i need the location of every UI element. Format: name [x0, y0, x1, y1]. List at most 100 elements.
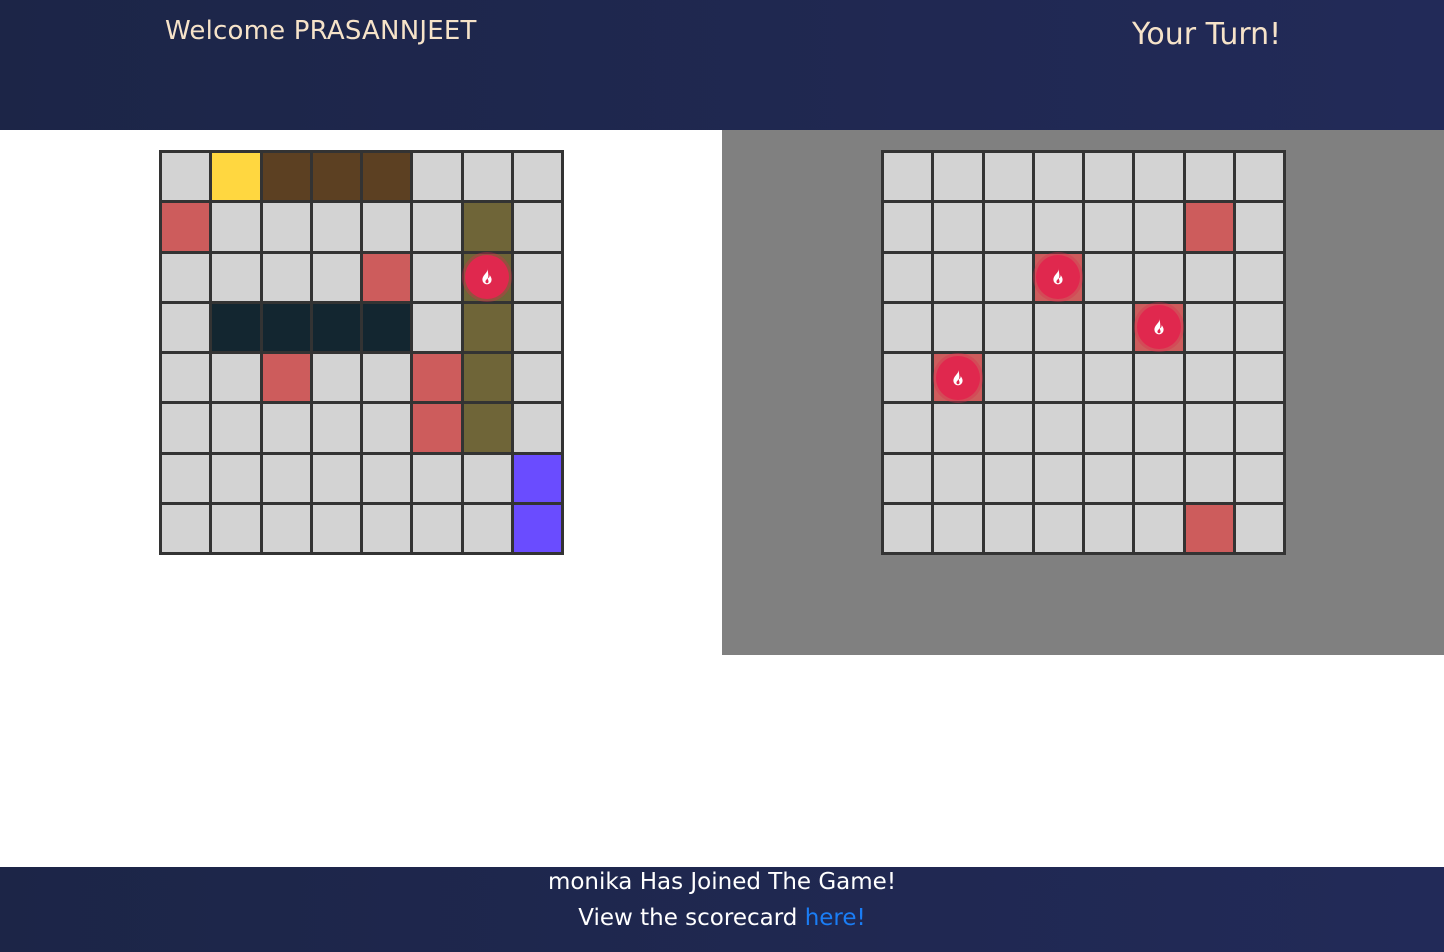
enemy-board-cell-r1-c2[interactable] — [934, 153, 982, 201]
enemy-board-cell-r5-c1[interactable] — [884, 354, 932, 402]
player-board-cell-r7-c1 — [162, 454, 210, 502]
player-board-cell-r1-c1 — [162, 153, 210, 201]
enemy-board-cell-r6-c4[interactable] — [1034, 404, 1082, 452]
fire-icon — [1036, 255, 1081, 300]
player-board-cell-r7-c2 — [212, 454, 260, 502]
scorecard-link[interactable]: here! — [805, 905, 866, 931]
enemy-board-cell-r2-c6[interactable] — [1135, 203, 1183, 251]
player-board-cell-r4-c7 — [463, 303, 511, 351]
player-board-cell-r7-c7 — [463, 454, 511, 502]
enemy-board-cell-r6-c2[interactable] — [934, 404, 982, 452]
enemy-board-cell-r5-c6[interactable] — [1135, 354, 1183, 402]
enemy-board-cell-r8-c6[interactable] — [1135, 504, 1183, 552]
enemy-board-cell-r1-c5[interactable] — [1085, 153, 1133, 201]
player-board — [159, 150, 564, 555]
player-board-cell-r7-c8 — [513, 454, 561, 502]
enemy-board-cell-r7-c2[interactable] — [934, 454, 982, 502]
player-board-cell-r1-c6 — [413, 153, 461, 201]
player-board-cell-r3-c1 — [162, 253, 210, 301]
player-board-cell-r2-c5 — [363, 203, 411, 251]
enemy-board-cell-r1-c8[interactable] — [1235, 153, 1283, 201]
player-board-cell-r6-c2 — [212, 404, 260, 452]
enemy-board-cell-r4-c1[interactable] — [884, 303, 932, 351]
enemy-board-cell-r4-c6[interactable] — [1135, 303, 1183, 351]
enemy-board-cell-r1-c7[interactable] — [1185, 153, 1233, 201]
enemy-board-cell-r7-c6[interactable] — [1135, 454, 1183, 502]
enemy-board-cell-r8-c2[interactable] — [934, 504, 982, 552]
enemy-board-cell-r3-c6[interactable] — [1135, 253, 1183, 301]
enemy-board-cell-r4-c2[interactable] — [934, 303, 982, 351]
enemy-board-cell-r8-c1[interactable] — [884, 504, 932, 552]
enemy-board-cell-r2-c1[interactable] — [884, 203, 932, 251]
enemy-board-cell-r1-c4[interactable] — [1034, 153, 1082, 201]
player-board-cell-r1-c2 — [212, 153, 260, 201]
enemy-board-cell-r1-c1[interactable] — [884, 153, 932, 201]
enemy-board-cell-r3-c2[interactable] — [934, 253, 982, 301]
enemy-board-cell-r5-c2[interactable] — [934, 354, 982, 402]
player-board-cell-r4-c4 — [312, 303, 360, 351]
player-board-cell-r5-c6 — [413, 354, 461, 402]
enemy-board-cell-r5-c5[interactable] — [1085, 354, 1133, 402]
enemy-board-cell-r3-c1[interactable] — [884, 253, 932, 301]
enemy-board-cell-r5-c8[interactable] — [1235, 354, 1283, 402]
enemy-board-cell-r4-c7[interactable] — [1185, 303, 1233, 351]
enemy-board-cell-r8-c5[interactable] — [1085, 504, 1133, 552]
player-board-cell-r8-c5 — [363, 504, 411, 552]
enemy-board-cell-r7-c8[interactable] — [1235, 454, 1283, 502]
join-message: monika Has Joined The Game! — [547, 869, 897, 895]
enemy-board-cell-r2-c2[interactable] — [934, 203, 982, 251]
enemy-board-cell-r3-c3[interactable] — [984, 253, 1032, 301]
enemy-board-cell-r7-c3[interactable] — [984, 454, 1032, 502]
enemy-board-cell-r8-c4[interactable] — [1034, 504, 1082, 552]
player-board-cell-r3-c6 — [413, 253, 461, 301]
player-board-cell-r8-c1 — [162, 504, 210, 552]
player-board-cell-r8-c4 — [312, 504, 360, 552]
player-board-cell-r2-c1 — [162, 203, 210, 251]
enemy-board-cell-r4-c4[interactable] — [1034, 303, 1082, 351]
enemy-board-cell-r6-c8[interactable] — [1235, 404, 1283, 452]
player-board-cell-r3-c5 — [363, 253, 411, 301]
player-board-cell-r1-c8 — [513, 153, 561, 201]
player-board-cell-r8-c3 — [262, 504, 310, 552]
player-board-cell-r6-c1 — [162, 404, 210, 452]
player-board-cell-r2-c7 — [463, 203, 511, 251]
enemy-board-cell-r1-c6[interactable] — [1135, 153, 1183, 201]
enemy-board-cell-r3-c4[interactable] — [1034, 253, 1082, 301]
enemy-board-cell-r2-c7[interactable] — [1185, 203, 1233, 251]
player-board-cell-r5-c4 — [312, 354, 360, 402]
enemy-board-cell-r4-c8[interactable] — [1235, 303, 1283, 351]
enemy-board-cell-r5-c4[interactable] — [1034, 354, 1082, 402]
enemy-board-cell-r7-c7[interactable] — [1185, 454, 1233, 502]
player-board-cell-r2-c4 — [312, 203, 360, 251]
enemy-board-cell-r4-c3[interactable] — [984, 303, 1032, 351]
enemy-board-cell-r3-c8[interactable] — [1235, 253, 1283, 301]
enemy-board-cell-r5-c3[interactable] — [984, 354, 1032, 402]
enemy-board-cell-r6-c1[interactable] — [884, 404, 932, 452]
enemy-board-cell-r2-c4[interactable] — [1034, 203, 1082, 251]
player-board-cell-r5-c3 — [262, 354, 310, 402]
enemy-board-cell-r7-c1[interactable] — [884, 454, 932, 502]
player-board-cell-r2-c3 — [262, 203, 310, 251]
enemy-board-cell-r7-c4[interactable] — [1034, 454, 1082, 502]
enemy-board-cell-r4-c5[interactable] — [1085, 303, 1133, 351]
enemy-board-cell-r7-c5[interactable] — [1085, 454, 1133, 502]
enemy-board-cell-r6-c5[interactable] — [1085, 404, 1133, 452]
player-board-cell-r2-c6 — [413, 203, 461, 251]
enemy-board-cell-r1-c3[interactable] — [984, 153, 1032, 201]
enemy-board-cell-r5-c7[interactable] — [1185, 354, 1233, 402]
enemy-board-cell-r8-c3[interactable] — [984, 504, 1032, 552]
enemy-board-cell-r2-c5[interactable] — [1085, 203, 1133, 251]
enemy-board-cell-r3-c5[interactable] — [1085, 253, 1133, 301]
enemy-board-cell-r8-c7[interactable] — [1185, 504, 1233, 552]
enemy-board-cell-r6-c3[interactable] — [984, 404, 1032, 452]
enemy-board — [881, 150, 1286, 555]
enemy-board-cell-r3-c7[interactable] — [1185, 253, 1233, 301]
welcome-message: Welcome PRASANNJEET — [165, 16, 477, 46]
enemy-board-cell-r6-c6[interactable] — [1135, 404, 1183, 452]
player-board-cell-r6-c3 — [262, 404, 310, 452]
player-board-cell-r3-c4 — [312, 253, 360, 301]
enemy-board-cell-r2-c8[interactable] — [1235, 203, 1283, 251]
enemy-board-cell-r8-c8[interactable] — [1235, 504, 1283, 552]
enemy-board-cell-r6-c7[interactable] — [1185, 404, 1233, 452]
enemy-board-cell-r2-c3[interactable] — [984, 203, 1032, 251]
